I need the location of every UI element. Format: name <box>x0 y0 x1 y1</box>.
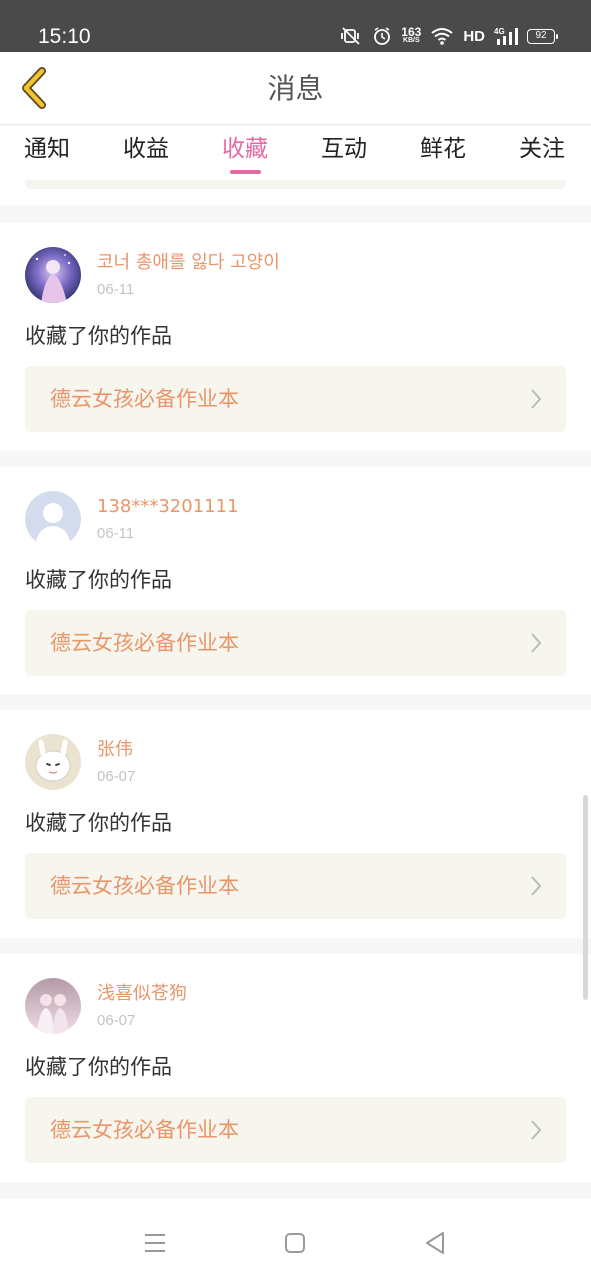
username[interactable]: 138***3201111 <box>97 495 239 519</box>
avatar[interactable] <box>25 247 81 303</box>
tab-bar: 通知 收益 收藏 互动 鲜花 关注 <box>0 126 591 180</box>
scrollbar[interactable] <box>583 795 588 1000</box>
action-text: 收藏了你的作品 <box>25 324 172 348</box>
date: 06-07 <box>97 1012 136 1029</box>
home-square-icon <box>285 1233 305 1253</box>
chevron-right-icon <box>531 389 542 409</box>
header: 消息 <box>0 52 591 125</box>
wifi-icon <box>430 26 454 46</box>
work-card[interactable]: 德云女孩必备作业本 <box>25 610 566 676</box>
work-title: 德云女孩必备作业本 <box>50 387 239 411</box>
list-item: 浅喜似苍狗 06-07 收藏了你的作品 德云女孩必备作业本 <box>0 954 591 1182</box>
list-item: 코너 총애를 잃다 고양이 06-11 收藏了你的作品 德云女孩必备作业本 <box>0 223 591 451</box>
work-card[interactable]: 德云女孩必备作业本 <box>25 853 566 919</box>
back-triangle-icon <box>426 1232 444 1254</box>
action-text: 收藏了你的作品 <box>25 811 172 835</box>
chevron-right-icon <box>531 1120 542 1140</box>
divider <box>0 1182 591 1199</box>
battery-icon: 92 <box>527 28 558 44</box>
action-text: 收藏了你的作品 <box>25 568 172 592</box>
tab-flowers[interactable]: 鲜花 <box>420 134 466 164</box>
previous-work-card[interactable] <box>25 180 566 189</box>
divider <box>0 938 591 954</box>
chevron-right-icon <box>531 633 542 653</box>
tab-interactions[interactable]: 互动 <box>321 134 367 164</box>
divider <box>0 694 591 710</box>
tab-favorites[interactable]: 收藏 <box>222 134 268 164</box>
status-icons: 163 KB/S HD 4G 92 <box>339 22 558 50</box>
svg-text:4G: 4G <box>494 27 505 36</box>
date: 06-11 <box>97 525 135 542</box>
tab-following[interactable]: 关注 <box>519 134 565 164</box>
chevron-right-icon <box>531 876 542 896</box>
menu-icon <box>145 1234 165 1252</box>
vibrate-mute-icon <box>339 26 363 46</box>
date: 06-07 <box>97 768 136 785</box>
avatar[interactable] <box>25 491 81 547</box>
list-item: 138***3201111 06-11 收藏了你的作品 德云女孩必备作业本 <box>0 467 591 695</box>
back-nav-button[interactable] <box>421 1229 449 1257</box>
net-speed-unit: KB/S <box>402 36 420 44</box>
divider <box>0 205 591 223</box>
hd-indicator: HD <box>463 27 485 45</box>
net-speed: 163 KB/S <box>401 24 422 45</box>
username[interactable]: 浅喜似苍狗 <box>97 982 187 1006</box>
system-nav-bar <box>0 1199 591 1280</box>
avatar[interactable] <box>25 734 81 790</box>
work-title: 德云女孩必备作业本 <box>50 631 239 655</box>
username[interactable]: 코너 총애를 잃다 고양이 <box>97 251 280 275</box>
avatar[interactable] <box>25 978 81 1034</box>
work-card[interactable]: 德云女孩必备作业本 <box>25 1097 566 1163</box>
active-tab-indicator <box>230 170 261 174</box>
menu-button[interactable] <box>141 1229 169 1257</box>
action-text: 收藏了你的作品 <box>25 1055 172 1079</box>
net-speed-value: 163 <box>401 24 422 39</box>
status-time: 15:10 <box>38 25 91 48</box>
tab-notifications[interactable]: 通知 <box>24 134 70 164</box>
alarm-icon <box>372 26 392 46</box>
home-button[interactable] <box>281 1229 309 1257</box>
date: 06-11 <box>97 281 135 298</box>
list-item: 张伟 06-07 收藏了你的作品 德云女孩必备作业本 <box>0 710 591 938</box>
page-title: 消息 <box>267 72 324 105</box>
work-title: 德云女孩必备作业本 <box>50 874 239 898</box>
signal-icon: 4G <box>494 26 518 46</box>
status-bar: 15:10 163 KB/S HD 4G 92 <box>0 0 591 52</box>
work-title: 德云女孩必备作业本 <box>50 1118 239 1142</box>
username[interactable]: 张伟 <box>97 738 133 762</box>
tab-earnings[interactable]: 收益 <box>123 134 169 164</box>
work-card[interactable]: 德云女孩必备作业本 <box>25 366 566 432</box>
divider <box>0 451 591 467</box>
